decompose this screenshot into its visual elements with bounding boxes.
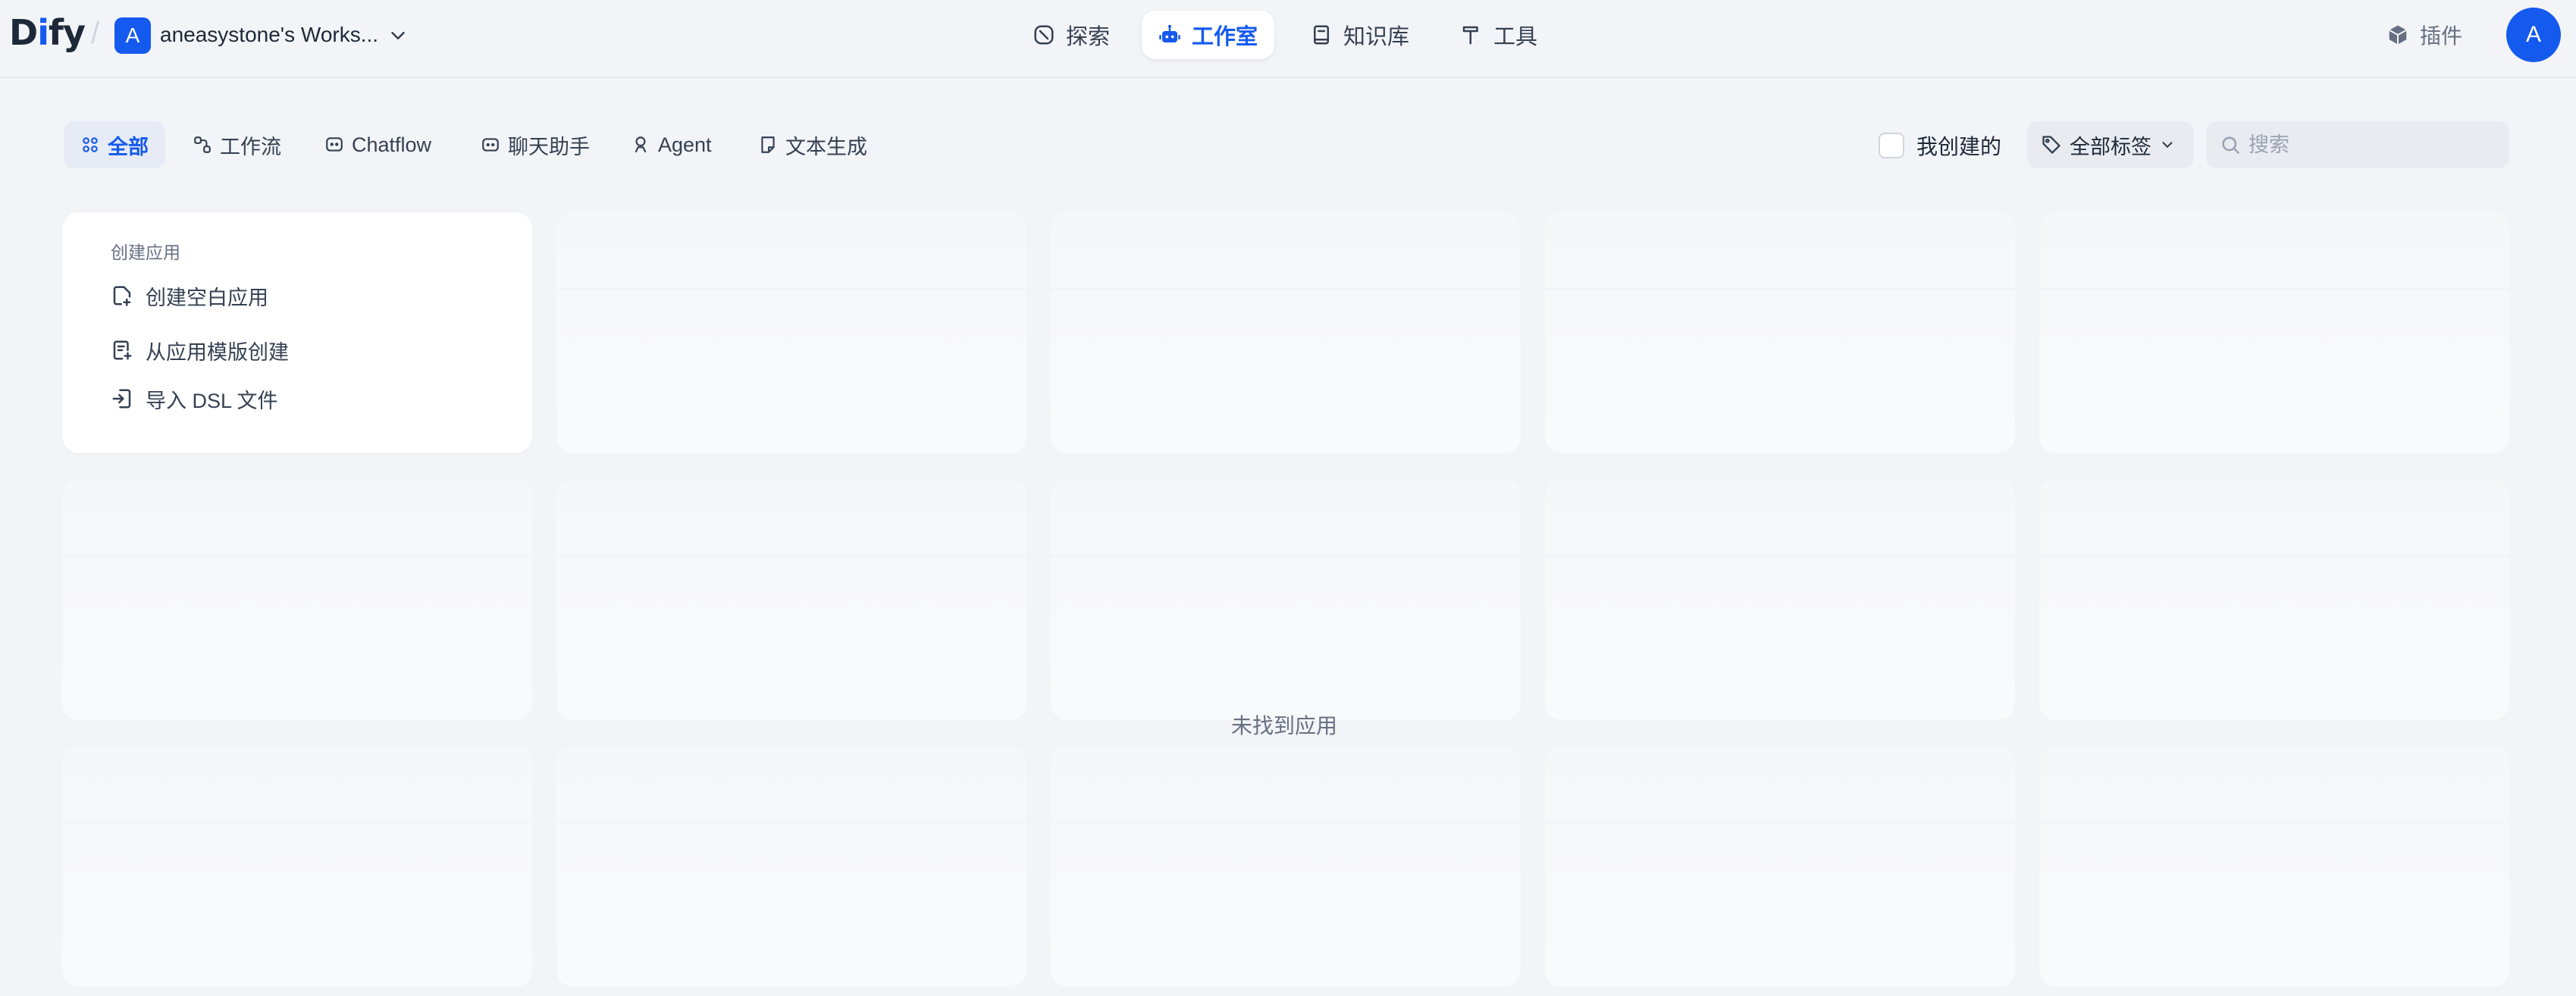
chat-bubble-icon [326,137,343,152]
placeholder-card [1545,212,2015,453]
file-plus-icon [113,286,131,306]
placeholder-card [1051,479,1521,720]
compass-icon [1034,25,1054,45]
nav-studio-label: 工作室 [1192,25,1258,49]
placeholder-card [2039,746,2509,987]
nav-explore-label: 探索 [1066,25,1111,49]
breadcrumb-separator: / [91,17,100,50]
plugins-label: 插件 [2420,24,2463,48]
placeholder-card [62,746,532,987]
workflow-icon [194,136,211,153]
cube-icon [2389,25,2407,45]
create-app-card: 创建应用 创建空白应用 从应用模版创建 导入 DSL 文件 [62,212,532,453]
create-from-template-button[interactable]: 从应用模版创建 [111,335,289,365]
filter-tab-chat-assistant-label: 聊天助手 [508,135,590,158]
book-icon [1314,25,1329,45]
created-by-me-filter[interactable]: 我创建的 [1879,130,2001,161]
plugins-button[interactable]: 插件 [2386,11,2462,59]
nav-knowledge-label: 知识库 [1343,25,1410,49]
placeholder-card [556,212,1026,453]
filter-tab-workflow[interactable]: 工作流 [176,121,298,168]
placeholder-card [1051,212,1521,453]
workspace-avatar[interactable]: A [114,17,151,54]
create-from-template-label: 从应用模版创建 [146,340,289,364]
placeholder-card [556,479,1026,720]
nav-tools[interactable]: 工具 [1443,11,1554,59]
filter-tab-text-generation-label: 文本生成 [785,135,867,158]
search-icon [2222,136,2239,154]
top-header: Dify / A aneasystone's Works... 探索 工作室 知… [0,0,2576,78]
filter-tab-chatflow-label: Chatflow [352,133,432,156]
grid-icon [83,137,98,152]
nav-explore[interactable]: 探索 [1016,11,1127,59]
create-blank-app-label: 创建空白应用 [146,286,268,309]
filter-tab-chatflow[interactable]: Chatflow [308,121,448,168]
search-box[interactable] [2206,121,2509,168]
placeholder-card [1051,746,1521,987]
import-dsl-button[interactable]: 导入 DSL 文件 [111,384,278,414]
nav-knowledge[interactable]: 知识库 [1293,11,1426,59]
placeholder-card [2039,479,2509,720]
filter-tab-text-generation[interactable]: 文本生成 [741,121,884,168]
user-avatar[interactable]: A [2506,8,2561,62]
agent-icon [635,136,647,153]
placeholder-card [62,479,532,720]
filter-tab-agent-label: Agent [658,133,712,156]
tag-filter-label: 全部标签 [2070,135,2151,158]
chat-bot-icon [482,138,499,152]
placeholder-card [1545,746,2015,987]
created-by-me-label: 我创建的 [1916,135,2002,158]
filter-tab-chat-assistant[interactable]: 聊天助手 [464,121,606,168]
import-dsl-label: 导入 DSL 文件 [146,389,278,412]
filter-tab-workflow-label: 工作流 [220,135,281,158]
import-icon [112,389,131,409]
chevron-down-icon[interactable] [387,24,409,47]
filter-tab-agent[interactable]: Agent [614,121,729,168]
placeholder-card [2039,212,2509,453]
workspace-name[interactable]: aneasystone's Works... [160,23,378,47]
dify-logo[interactable]: Dify [9,12,86,53]
filter-tab-all-label: 全部 [108,135,149,158]
template-icon [113,340,132,360]
create-app-title: 创建应用 [111,243,180,262]
nav-studio[interactable]: 工作室 [1142,11,1275,59]
search-input[interactable] [2249,133,2491,157]
create-blank-app-button[interactable]: 创建空白应用 [111,280,268,311]
created-by-me-checkbox[interactable] [1879,133,1904,158]
nav-tools-label: 工具 [1493,25,1538,49]
note-icon [761,136,775,153]
placeholder-card [556,746,1026,987]
tag-icon [2042,136,2060,154]
empty-state-text: 未找到应用 [1231,714,1338,738]
tag-filter-dropdown[interactable]: 全部标签 [2027,121,2194,168]
placeholder-card [1545,479,2015,720]
chevron-down-icon [2162,142,2173,149]
robot-icon [1159,24,1180,42]
hammer-icon [1462,26,1478,45]
filter-tab-all[interactable]: 全部 [64,121,165,168]
